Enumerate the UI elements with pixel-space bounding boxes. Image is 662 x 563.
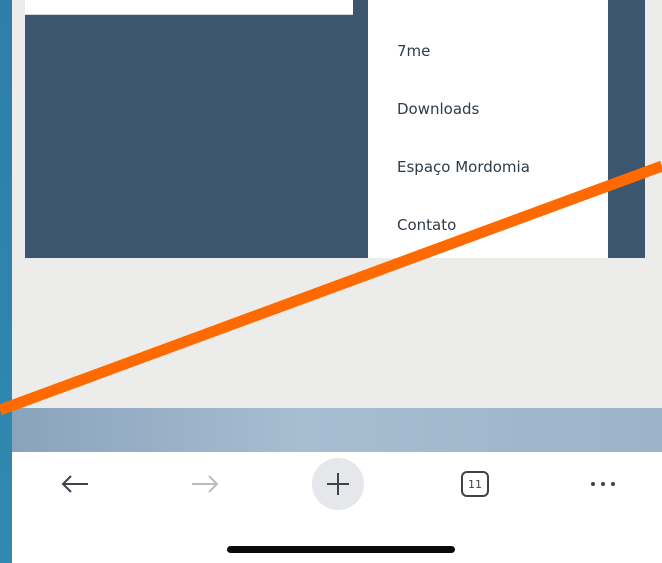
arrow-right-icon [192,475,219,493]
home-indicator [227,546,455,553]
back-button[interactable] [49,462,101,506]
browser-toolbar: 11 [12,452,662,563]
plus-icon [327,473,349,495]
tab-count-badge: 11 [461,471,489,497]
top-white-bar [25,0,353,15]
menu-item-contato[interactable]: Contato [397,216,456,234]
more-options-button[interactable] [577,462,629,506]
tabs-button[interactable]: 11 [449,462,501,506]
menu-item-downloads[interactable]: Downloads [397,100,479,118]
left-edge-strip [0,0,12,563]
dropdown-menu: 7me Downloads Espaço Mordomia Contato [368,0,608,258]
arrow-left-icon [61,475,88,493]
footer-band [12,408,662,452]
menu-item-7me[interactable]: 7me [397,42,430,60]
forward-button[interactable] [179,462,231,506]
menu-item-espaco-mordomia[interactable]: Espaço Mordomia [397,158,530,176]
new-tab-button[interactable] [312,458,364,510]
ellipsis-icon [591,482,615,486]
